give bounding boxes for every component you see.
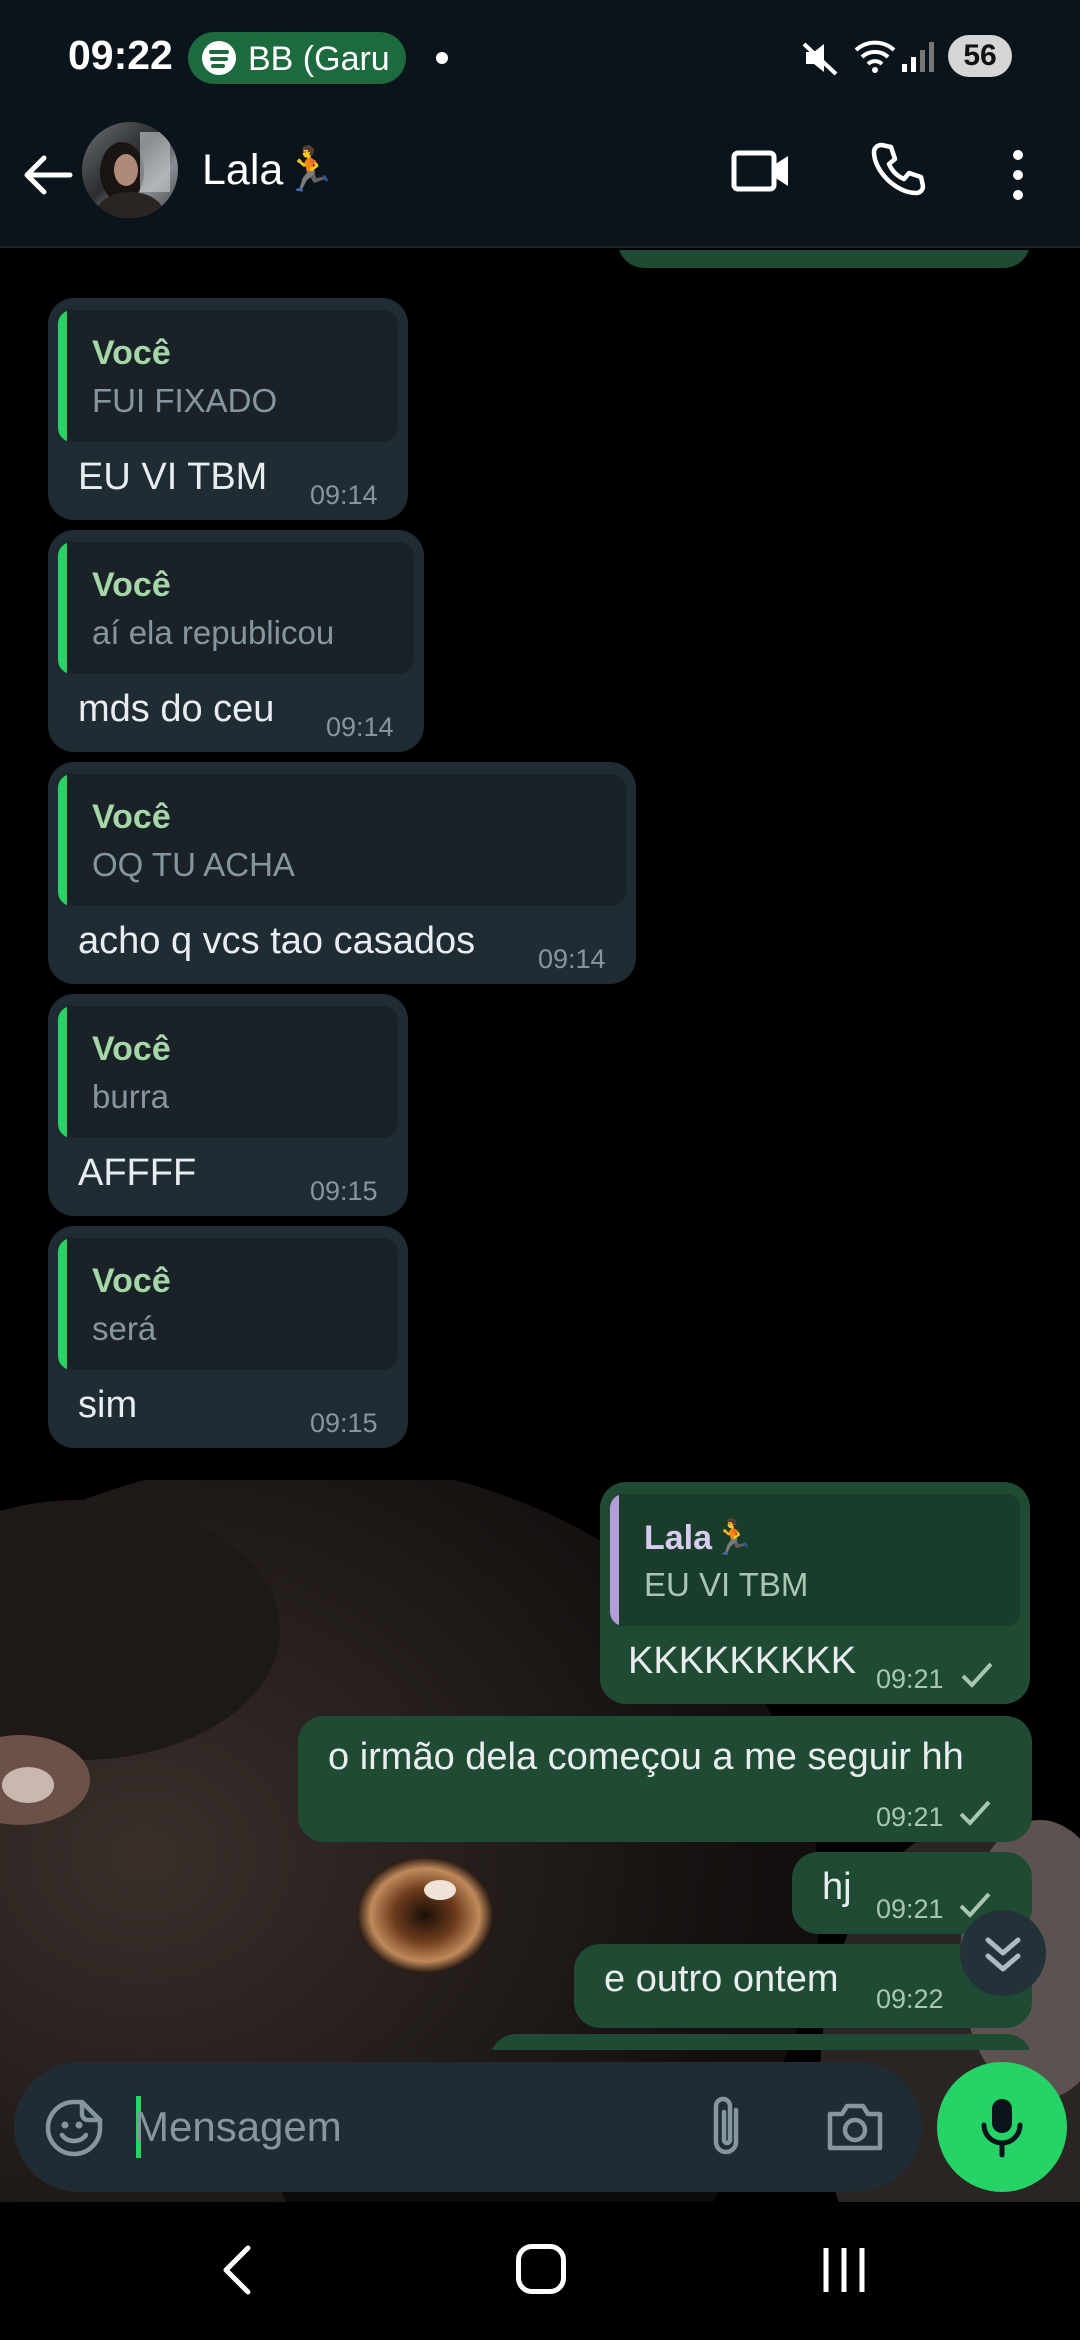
quoted-reply[interactable]: Você OQ TU ACHA (58, 774, 626, 906)
quoted-reply[interactable]: Você será (58, 1238, 398, 1370)
message-bubble-incoming[interactable]: Você será sim 09:15 (48, 1226, 408, 1448)
message-bubble-outgoing-partial[interactable] (490, 2034, 1032, 2050)
message-input[interactable] (134, 2082, 694, 2172)
mute-icon (802, 42, 838, 76)
quote-text: OQ TU ACHA (92, 846, 295, 883)
media-label: BB (Garu (248, 40, 390, 78)
quote-author: Você (92, 798, 171, 836)
quote-text: será (92, 1310, 157, 1347)
message-list[interactable]: Você FUI FIXADO EU VI TBM 09:14 Você aí … (0, 250, 1080, 2050)
message-time: 09:22 (876, 1984, 944, 2014)
quote-author: Você (92, 334, 171, 372)
media-playing-chip[interactable]: BB (Garu (188, 32, 406, 84)
double-chevron-down-icon (985, 1937, 1021, 1972)
message-text: mds do ceu (78, 688, 275, 730)
message-text: EU VI TBM (78, 456, 268, 498)
spotify-icon (202, 41, 236, 75)
sticker-emoji-icon[interactable] (44, 2098, 104, 2158)
message-bubble-outgoing-partial[interactable] (618, 250, 1030, 268)
battery-indicator: 56 (948, 35, 1012, 77)
quoted-reply[interactable]: Lala🏃 EU VI TBM (610, 1494, 1020, 1626)
message-bubble-incoming[interactable]: Você burra AFFFF 09:15 (48, 994, 408, 1216)
message-time: 09:15 (310, 1176, 378, 1206)
message-composer (14, 2062, 922, 2192)
message-text: o irmão dela começou a me seguir hh (328, 1736, 964, 1778)
message-bubble-outgoing[interactable]: Lala🏃 EU VI TBM KKKKKKKKK 09:21 (600, 1482, 1030, 1704)
status-bar: 09:22 BB (Garu 56 (0, 0, 1080, 115)
contact-avatar[interactable] (82, 122, 178, 218)
message-time: 09:15 (310, 1408, 378, 1438)
scroll-to-bottom-button[interactable] (960, 1910, 1046, 1996)
quote-author: Você (92, 1262, 171, 1300)
message-text: AFFFF (78, 1152, 197, 1194)
sent-check-icon (961, 1662, 993, 1688)
message-text: KKKKKKKKK (628, 1640, 857, 1682)
back-arrow-icon[interactable] (18, 145, 78, 205)
quote-text: burra (92, 1078, 170, 1115)
quoted-reply[interactable]: Você FUI FIXADO (58, 310, 398, 442)
quote-text: aí ela republicou (92, 614, 335, 651)
message-text: sim (78, 1384, 138, 1426)
message-bubble-incoming[interactable]: Você OQ TU ACHA acho q vcs tao casados 0… (48, 762, 636, 984)
message-time: 09:14 (538, 944, 606, 974)
quoted-reply[interactable]: Você aí ela republicou (58, 542, 414, 674)
quote-text: FUI FIXADO (92, 382, 278, 419)
message-time: 09:14 (310, 480, 378, 510)
nav-back-icon[interactable] (218, 2242, 258, 2298)
video-call-icon[interactable] (730, 141, 792, 201)
quote-text: EU VI TBM (644, 1566, 809, 1603)
sent-check-icon (959, 1800, 991, 1826)
message-time: 09:21 (876, 1664, 944, 1694)
nav-recents-icon[interactable] (820, 2244, 868, 2296)
message-text: acho q vcs tao casados (78, 920, 476, 962)
message-bubble-incoming[interactable]: Você aí ela republicou mds do ceu 09:14 (48, 530, 424, 752)
status-time: 09:22 (68, 32, 173, 78)
message-text: hj (822, 1866, 852, 1908)
message-time: 09:21 (876, 1802, 944, 1832)
phone-call-icon[interactable] (868, 139, 928, 199)
voice-message-button[interactable] (937, 2062, 1067, 2192)
notification-dot (436, 52, 448, 64)
quoted-reply[interactable]: Você burra (58, 1006, 398, 1138)
paperclip-icon[interactable] (702, 2094, 752, 2160)
message-bubble-outgoing[interactable]: o irmão dela começou a me seguir hh 09:2… (298, 1716, 1032, 1842)
message-text: e outro ontem (604, 1958, 839, 2000)
chat-header: Lala🏃 (0, 115, 1080, 248)
camera-icon[interactable] (824, 2098, 886, 2154)
message-time: 09:21 (876, 1894, 944, 1924)
message-time: 09:14 (326, 712, 394, 742)
message-bubble-incoming[interactable]: Você FUI FIXADO EU VI TBM 09:14 (48, 298, 408, 520)
quote-author: Você (92, 566, 171, 604)
contact-name[interactable]: Lala🏃 (202, 145, 337, 195)
quote-author: Lala🏃 (644, 1519, 755, 1557)
nav-home-icon[interactable] (516, 2244, 566, 2294)
signal-icon (902, 42, 934, 72)
more-options-icon[interactable] (1000, 145, 1036, 205)
microphone-icon (981, 2099, 1023, 2158)
quote-author: Você (92, 1030, 171, 1068)
wifi-icon (854, 40, 896, 73)
system-navigation-bar (0, 2202, 1080, 2340)
